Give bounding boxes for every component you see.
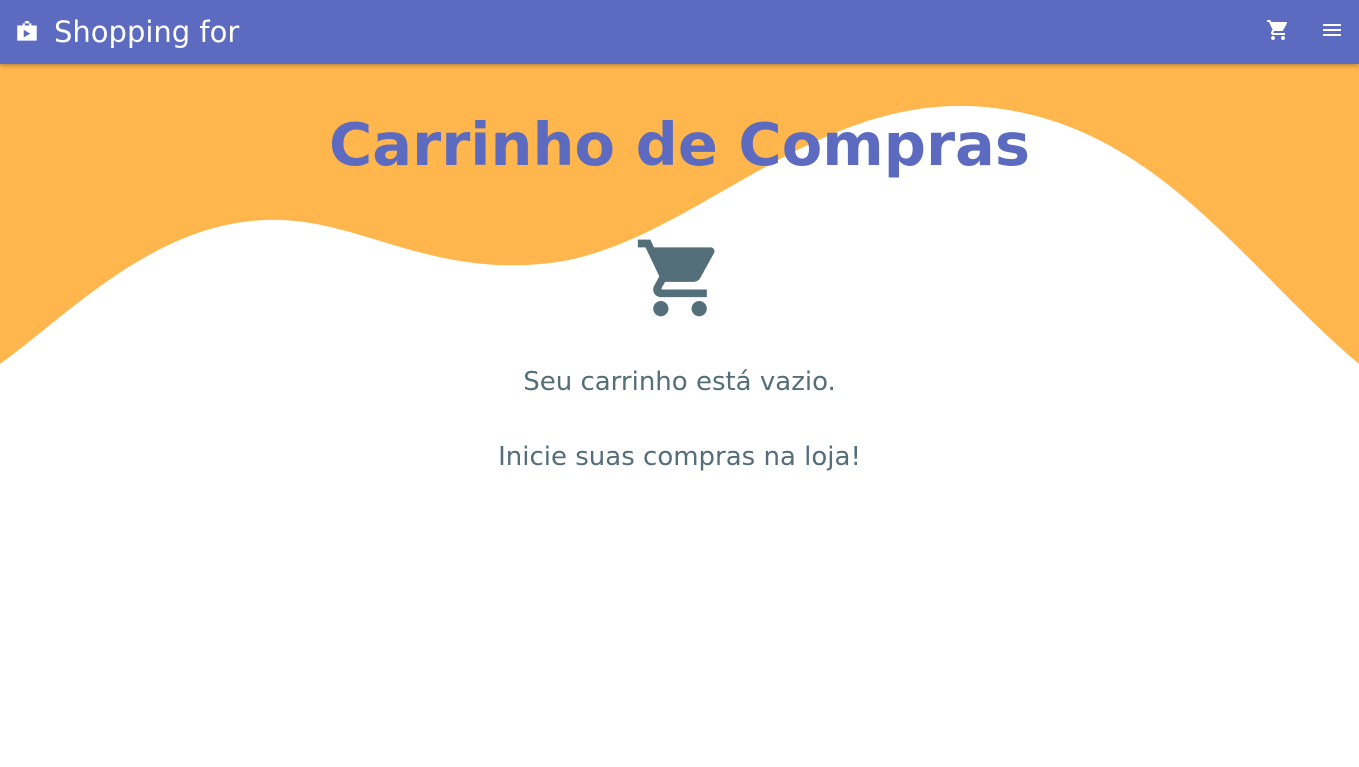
page-title: Carrinho de Compras xyxy=(329,110,1030,179)
shop-bag-icon xyxy=(14,19,40,45)
empty-cart-message: Seu carrinho está vazio. xyxy=(523,367,836,397)
cart-button[interactable] xyxy=(1262,16,1294,48)
shopping-cart-icon xyxy=(634,232,726,324)
start-shopping-message: Inicie suas compras na loja! xyxy=(498,442,861,472)
app-title: Shopping for xyxy=(54,14,240,49)
hamburger-menu-icon xyxy=(1320,18,1344,46)
menu-button[interactable] xyxy=(1316,16,1348,48)
cart-content: Carrinho de Compras Seu carrinho está va… xyxy=(0,64,1359,477)
app-bar: Shopping for xyxy=(0,0,1359,64)
brand-home-link[interactable]: Shopping for xyxy=(14,0,239,64)
shopping-cart-icon xyxy=(1266,18,1290,46)
